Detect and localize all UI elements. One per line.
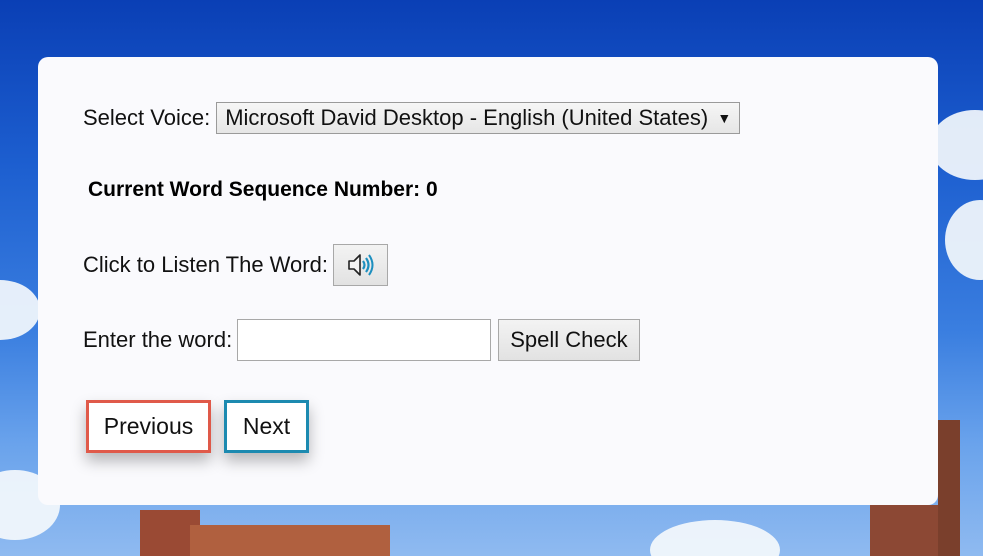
cloud xyxy=(650,520,780,556)
voice-row: Select Voice: Microsoft David Desktop - … xyxy=(83,102,741,134)
previous-button[interactable]: Previous xyxy=(86,400,211,453)
spell-check-button[interactable]: Spell Check xyxy=(498,319,640,361)
cloud xyxy=(0,280,40,340)
listen-button[interactable] xyxy=(332,244,388,286)
listen-row: Click to Listen The Word: xyxy=(83,244,388,286)
speaker-icon xyxy=(348,254,374,276)
listen-label: Click to Listen The Word: xyxy=(83,252,328,277)
next-button[interactable]: Next xyxy=(224,400,309,453)
select-voice-label: Select Voice: xyxy=(83,105,211,130)
building xyxy=(190,525,390,556)
church-spire xyxy=(938,420,960,556)
voice-select[interactable]: Microsoft David Desktop - English (Unite… xyxy=(216,102,741,134)
enter-word-label: Enter the word: xyxy=(83,327,233,352)
dropdown-arrow-icon: ▼ xyxy=(717,110,732,126)
voice-select-value: Microsoft David Desktop - English (Unite… xyxy=(225,105,709,130)
entry-row: Enter the word: Spell Check xyxy=(83,319,640,361)
cloud xyxy=(945,200,983,280)
building xyxy=(870,505,940,556)
spelling-card: Select Voice: Microsoft David Desktop - … xyxy=(38,57,938,505)
word-sequence-number: Current Word Sequence Number: 0 xyxy=(88,178,438,201)
word-input[interactable] xyxy=(237,319,492,361)
